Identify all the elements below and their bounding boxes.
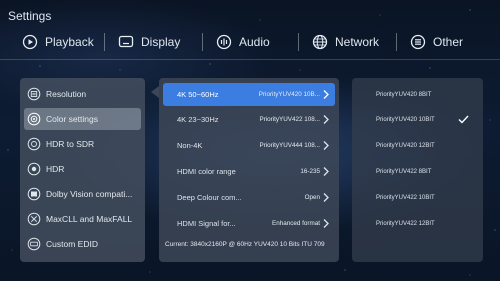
- page-title: Settings: [8, 9, 52, 23]
- setting-row-hdmi-color-range[interactable]: HDMI color range 16-235: [163, 160, 335, 183]
- setting-value: PriorityYUV420 10B...: [258, 91, 320, 98]
- sidebar-item-dolby-vision[interactable]: Dolby Vision compati...: [24, 183, 141, 205]
- audio-icon: [216, 34, 232, 50]
- chevron-right-icon: [322, 192, 330, 203]
- sidebar-item-label: Color settings: [46, 114, 98, 124]
- sidebar-item-label: Dolby Vision compati...: [46, 189, 133, 199]
- tab-display[interactable]: Display: [118, 31, 180, 53]
- chevron-right-icon: [322, 140, 330, 151]
- option-yuv420-8bit[interactable]: PriorityYUV420 8BIT: [352, 83, 483, 107]
- option-label: PriorityYUV420 12BIT: [376, 143, 435, 149]
- setting-label: Deep Colour com...: [177, 193, 242, 202]
- option-yuv422-12bit[interactable]: PriorityYUV422 12BIT: [352, 212, 483, 236]
- tab-divider: [104, 33, 105, 51]
- setting-label: HDMI color range: [177, 167, 236, 176]
- tab-divider: [396, 33, 397, 51]
- maxcll-icon: [27, 212, 41, 226]
- header-divider: [0, 59, 500, 60]
- setting-row-hdmi-signal[interactable]: HDMI Signal for... Enhanced format: [163, 212, 335, 235]
- checkmark-icon: [458, 115, 469, 124]
- option-label: PriorityYUV420 8BIT: [376, 92, 432, 98]
- sidebar-item-maxcll[interactable]: MaxCLL and MaxFALL: [24, 208, 141, 230]
- option-label: PriorityYUV422 8BIT: [376, 169, 432, 175]
- option-yuv420-12bit[interactable]: PriorityYUV420 12BIT: [352, 134, 483, 158]
- menu-icon: [410, 34, 426, 50]
- hdr-to-sdr-icon: [27, 137, 41, 151]
- setting-value: Enhanced format: [272, 220, 320, 227]
- top-navigation: Playback Display Audio Network Other: [0, 27, 500, 57]
- setting-row-4k-23-30hz[interactable]: 4K 23~30Hz PriorityYUV422 108...: [163, 108, 335, 131]
- chevron-right-icon: [322, 166, 330, 177]
- option-yuv422-8bit[interactable]: PriorityYUV422 8BIT: [352, 160, 483, 184]
- sidebar-item-label: HDR to SDR: [46, 139, 95, 149]
- color-settings-icon: [27, 112, 41, 126]
- sidebar-item-label: Resolution: [46, 89, 87, 99]
- tab-divider: [202, 33, 203, 51]
- chevron-right-icon: [322, 89, 330, 100]
- sidebar-item-label: MaxCLL and MaxFALL: [46, 214, 133, 224]
- sidebar-item-hdr[interactable]: HDR: [24, 158, 141, 180]
- setting-value: PriorityYUV444 108...: [259, 142, 320, 149]
- tab-playback[interactable]: Playback: [22, 31, 94, 53]
- sidebar-item-color-settings[interactable]: Color settings: [24, 108, 141, 130]
- setting-row-4k-50-60hz[interactable]: 4K 50~60Hz PriorityYUV420 10B...: [163, 83, 335, 106]
- play-circle-icon: [22, 34, 38, 50]
- edid-icon: [27, 237, 41, 251]
- tab-display-label: Display: [141, 35, 181, 49]
- resolution-icon: [27, 87, 41, 101]
- dolby-vision-icon: [27, 187, 41, 201]
- option-label: PriorityYUV420 10BIT: [376, 117, 435, 123]
- setting-label: HDMI Signal for...: [177, 219, 236, 228]
- sidebar-item-label: HDR: [46, 164, 65, 174]
- option-yuv420-10bit[interactable]: PriorityYUV420 10BIT: [352, 108, 483, 132]
- hdr-icon: [27, 162, 41, 176]
- submenu-pointer: [151, 86, 159, 98]
- setting-row-deep-colour[interactable]: Deep Colour com... Open: [163, 186, 335, 209]
- option-yuv422-10bit[interactable]: PriorityYUV422 10BIT: [352, 186, 483, 210]
- setting-label: 4K 23~30Hz: [177, 115, 219, 124]
- setting-value: PriorityYUV422 108...: [259, 116, 320, 123]
- sidebar-item-label: Custom EDID: [46, 239, 98, 249]
- current-output-info: Current: 3840x2160P @ 60Hz YUV420 10 Bit…: [165, 241, 325, 248]
- tab-network-label: Network: [335, 35, 380, 49]
- chevron-right-icon: [322, 114, 330, 125]
- option-label: PriorityYUV422 10BIT: [376, 195, 435, 201]
- setting-value: Open: [304, 194, 320, 201]
- tab-divider: [298, 33, 299, 51]
- option-label: PriorityYUV422 12BIT: [376, 221, 435, 227]
- display-sidebar: Resolution Color settings HDR to SDR HDR…: [20, 78, 145, 262]
- tab-other[interactable]: Other: [410, 31, 463, 53]
- sidebar-item-resolution[interactable]: Resolution: [24, 83, 141, 105]
- sidebar-item-custom-edid[interactable]: Custom EDID: [24, 233, 141, 255]
- setting-label: Non-4K: [177, 141, 203, 150]
- tab-other-label: Other: [433, 35, 464, 49]
- tab-network[interactable]: Network: [312, 31, 379, 53]
- color-format-options: PriorityYUV420 8BIT PriorityYUV420 10BIT…: [352, 78, 483, 262]
- tab-playback-label: Playback: [45, 35, 94, 49]
- globe-icon: [312, 34, 328, 50]
- chevron-right-icon: [322, 218, 330, 229]
- tab-audio[interactable]: Audio: [216, 31, 270, 53]
- sidebar-item-hdr-to-sdr[interactable]: HDR to SDR: [24, 133, 141, 155]
- tab-audio-label: Audio: [239, 35, 270, 49]
- setting-row-non-4k[interactable]: Non-4K PriorityYUV444 108...: [163, 134, 335, 157]
- setting-value: 16-235: [300, 168, 320, 175]
- setting-label: 4K 50~60Hz: [177, 90, 219, 99]
- color-settings-panel: 4K 50~60Hz PriorityYUV420 10B... 4K 23~3…: [159, 78, 339, 262]
- display-icon: [118, 34, 134, 50]
